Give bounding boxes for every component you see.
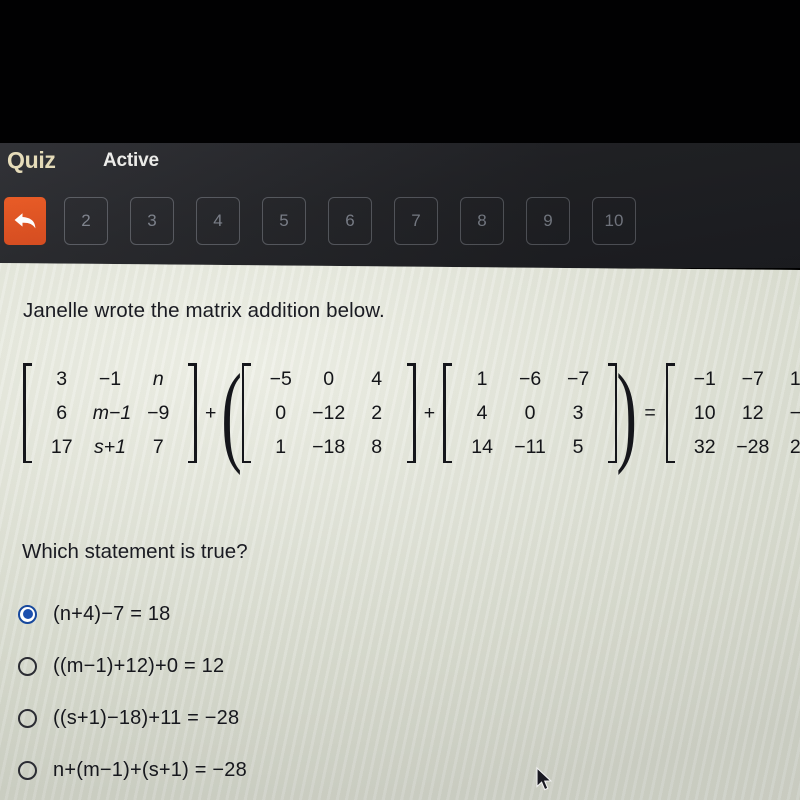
question-nav-item[interactable]: 6 — [328, 197, 372, 245]
answer-option-a-label: (n+4)−7 = 18 — [53, 602, 171, 625]
matrix-result: −1 −7 18 10 12 −4 32 −28 20 — [665, 363, 800, 463]
question-nav-item[interactable]: 9 — [526, 197, 570, 245]
matrix-cell: 5 — [572, 436, 584, 458]
matrix-cell: m−1 — [92, 402, 132, 424]
header-title-row: Quiz Active — [0, 143, 800, 191]
bracket-right-icon — [186, 363, 197, 463]
bracket-left-icon — [665, 363, 677, 463]
question-nav-item[interactable]: 7 — [394, 197, 438, 245]
radio-button-a[interactable] — [18, 604, 37, 624]
matrix-cell: 0 — [275, 402, 287, 424]
question-nav-item[interactable]: 5 — [262, 197, 306, 245]
bracket-left-icon — [23, 363, 34, 463]
screenshot-root: Quiz Active 2 3 4 5 6 7 8 9 10 Janelle w… — [0, 0, 800, 800]
question-text: Which statement is true? — [22, 540, 248, 563]
matrix-b: −5 0 4 0 −12 2 1 −18 8 — [241, 363, 417, 463]
matrix-cell: −7 — [566, 368, 590, 390]
bracket-left-icon — [443, 363, 454, 463]
matrix-cell: 0 — [524, 402, 536, 424]
matrix-cell: 8 — [371, 436, 383, 458]
matrix-cell: −1 — [693, 368, 716, 390]
matrix-cell: 6 — [56, 402, 68, 424]
mouse-pointer-icon — [536, 766, 554, 798]
matrix-cell: −6 — [518, 368, 542, 390]
answer-option-b[interactable]: ((m−1)+12)+0 = 12 — [18, 640, 618, 692]
question-number-nav: 2 3 4 5 6 7 8 9 10 — [64, 197, 636, 245]
back-button[interactable] — [4, 197, 46, 245]
operator-equals: = — [644, 401, 656, 424]
answer-option-d[interactable]: n+(m−1)+(s+1) = −28 — [18, 744, 618, 796]
matrix-equation: 3 −1 n 6 m−1 −9 17 s+1 7 + ( −5 0 4 0 −1… — [22, 358, 800, 470]
matrix-cell: 3 — [572, 402, 584, 424]
prompt-text: Janelle wrote the matrix addition below. — [23, 299, 385, 322]
matrix-cell: −1 — [98, 368, 122, 390]
answer-option-b-label: ((m−1)+12)+0 = 12 — [53, 654, 225, 677]
answer-options-list: (n+4)−7 = 18 ((m−1)+12)+0 = 12 ((s+1)−18… — [18, 588, 618, 796]
quiz-app-header: Quiz Active 2 3 4 5 6 7 8 9 10 — [0, 143, 800, 268]
matrix-cell: 0 — [323, 368, 335, 390]
matrix-b-cells: −5 0 4 0 −12 2 1 −18 8 — [253, 363, 405, 463]
back-arrow-icon — [12, 211, 38, 231]
top-letterbox — [0, 0, 800, 144]
matrix-cell: 10 — [693, 402, 716, 424]
question-nav-item[interactable]: 4 — [196, 197, 240, 245]
page-title: Quiz — [7, 147, 56, 173]
question-nav-item[interactable]: 10 — [592, 197, 636, 245]
question-nav-item[interactable]: 3 — [130, 197, 174, 245]
matrix-cell: 17 — [50, 436, 73, 458]
matrix-cell: 20 — [789, 436, 800, 458]
question-nav-item[interactable]: 8 — [460, 197, 504, 245]
matrix-cell: 4 — [476, 402, 488, 424]
bracket-right-icon — [405, 363, 416, 463]
radio-button-d[interactable] — [18, 760, 37, 780]
matrix-cell: −4 — [789, 402, 800, 424]
matrix-cell: −11 — [514, 436, 546, 458]
matrix-cell: 32 — [693, 436, 716, 458]
answer-option-c-label: ((s+1)−18)+11 = −28 — [53, 706, 240, 729]
matrix-cell: 14 — [471, 436, 493, 458]
matrix-cell: 7 — [152, 436, 164, 458]
quiz-status-label: Active — [103, 150, 159, 171]
matrix-cell: 2 — [371, 402, 383, 424]
matrix-cell: s+1 — [94, 436, 126, 458]
matrix-cell: −28 — [736, 436, 770, 458]
matrix-cell: 3 — [56, 368, 68, 390]
matrix-cell: −5 — [269, 368, 292, 390]
radio-button-c[interactable] — [18, 708, 37, 728]
question-nav-row: 2 3 4 5 6 7 8 9 10 — [0, 191, 800, 261]
matrix-cell: 1 — [275, 436, 287, 458]
matrix-cell: −18 — [312, 436, 346, 458]
matrix-c-cells: 1 −6 −7 4 0 3 14 −11 5 — [454, 363, 606, 463]
matrix-cell: 18 — [789, 368, 800, 390]
answer-option-a[interactable]: (n+4)−7 = 18 — [18, 588, 618, 640]
matrix-cell: −9 — [147, 402, 170, 424]
operator-plus: + — [205, 401, 217, 424]
matrix-cell: 12 — [741, 402, 764, 424]
question-nav-item[interactable]: 2 — [64, 197, 108, 245]
answer-option-c[interactable]: ((s+1)−18)+11 = −28 — [18, 692, 618, 744]
matrix-a-cells: 3 −1 n 6 m−1 −9 17 s+1 7 — [34, 363, 187, 463]
matrix-c: 1 −6 −7 4 0 3 14 −11 5 — [442, 363, 618, 463]
matrix-a: 3 −1 n 6 m−1 −9 17 s+1 7 — [22, 363, 198, 463]
matrix-cell: −7 — [741, 368, 764, 390]
matrix-cell: 1 — [476, 368, 488, 390]
operator-plus: + — [423, 401, 436, 424]
matrix-cell: −12 — [312, 402, 346, 424]
answer-option-d-label: n+(m−1)+(s+1) = −28 — [53, 758, 247, 781]
radio-button-b[interactable] — [18, 656, 37, 676]
matrix-result-cells: −1 −7 18 10 12 −4 32 −28 20 — [677, 363, 800, 463]
matrix-cell: 4 — [371, 368, 383, 390]
worksheet-paper: Janelle wrote the matrix addition below.… — [0, 263, 800, 800]
bracket-left-icon — [241, 363, 253, 463]
matrix-cell: n — [152, 368, 164, 390]
